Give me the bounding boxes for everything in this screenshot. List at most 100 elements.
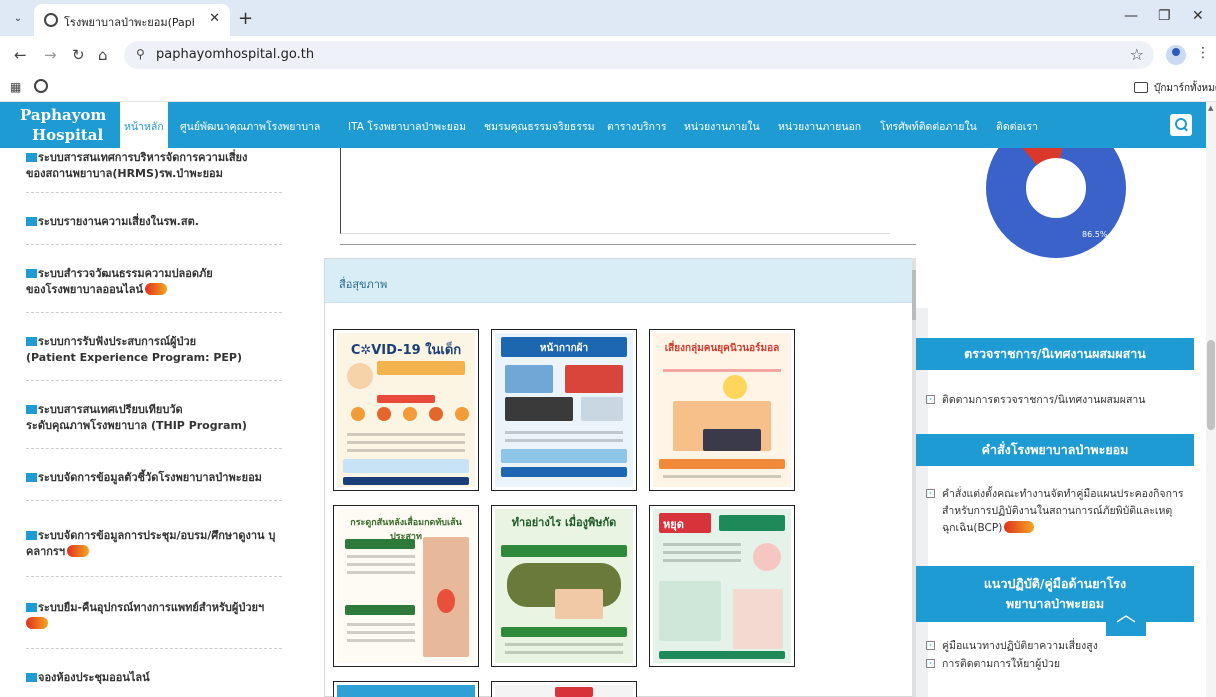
link-label: การติดตามการให้ยาผู้ป่วย <box>942 658 1061 670</box>
text-line <box>347 433 465 436</box>
poster-new-normal[interactable]: เสี่ยงกลุ่มคนยุคนิวนอร์มอล <box>649 329 795 491</box>
text-line <box>347 563 415 566</box>
poster-snake-bite[interactable]: ทำอย่างไร เมื่องูพิษกัด <box>491 505 637 667</box>
profile-avatar-icon[interactable] <box>1166 45 1186 65</box>
text-line <box>347 631 415 634</box>
poster-title: หน้ากากผ้า <box>539 343 589 354</box>
sun-icon <box>723 375 747 399</box>
info-box <box>659 581 721 641</box>
poster-title: C✲VID-19 ในเด็ก <box>350 343 462 358</box>
nav-internal-phone[interactable]: โทรศัพท์ติดต่อภายใน <box>880 118 977 135</box>
sidebar-item-equipment-loan[interactable]: ระบบยืม-คืนอุปกรณ์ทางการแพทย์สำหรับผู้ป่… <box>26 600 282 632</box>
site-logo-line1[interactable]: Paphayom <box>20 106 106 124</box>
poster-image: เสี่ยงกลุ่มคนยุคนิวนอร์มอล <box>653 333 791 487</box>
nav-service-schedule[interactable]: ตารางบริการ <box>607 118 667 135</box>
bullet-icon <box>26 405 37 414</box>
donut-label: 86.5% <box>1082 230 1108 239</box>
apps-grid-icon[interactable]: ▦ <box>10 80 21 94</box>
bullet-icon <box>26 473 37 482</box>
sidebar-item-label: ระดับคุณภาพโรงพยาบาล (THIP Program) <box>26 419 247 432</box>
poster-cloth-mask[interactable]: หน้ากากผ้า <box>491 329 637 491</box>
sidebar-item-risk-report[interactable]: ระบบรายงานความเสี่ยงในรพ.สต. <box>26 214 282 230</box>
restore-icon[interactable]: ❐ <box>1158 8 1171 24</box>
bookmark-star-icon[interactable]: ☆ <box>1130 45 1144 64</box>
scroll-up-arrow-icon[interactable]: ▲ <box>1208 104 1213 112</box>
poster-spine[interactable]: กระดูกสันหลังเสื่อมกดทับเส้นประสาท <box>333 505 479 667</box>
poster-band <box>719 515 785 531</box>
arrow-icon: › <box>926 659 935 668</box>
bullet-icon <box>26 153 37 162</box>
sidebar-item-label: ระบบสารสนเทศเปรียบเทียบวัด <box>38 403 183 416</box>
link-high-alert-drugs[interactable]: › คู่มือแนวทางปฏิบัติยาความเสี่ยงสูง <box>926 638 1186 655</box>
bookmark-globe-icon[interactable] <box>34 79 48 93</box>
sidebar-item-label: จองห้องประชุมออนไลน์ <box>38 671 150 684</box>
nav-internal-units[interactable]: หน่วยงานภายใน <box>684 118 760 135</box>
sidebar-item-meeting-room[interactable]: จองห้องประชุมออนไลน์ <box>26 670 282 686</box>
poster-image: ทำอย่างไร เมื่องูพิษกัด <box>495 509 633 663</box>
sidebar-item-label: ของโรงพยาบาลออนไลน์ <box>26 283 143 296</box>
site-info-icon[interactable]: ⚲ <box>136 47 145 61</box>
globe-icon <box>44 13 58 27</box>
mask-image <box>565 365 623 393</box>
url-text[interactable]: paphayomhospital.go.th <box>156 47 314 62</box>
sidebar-item-hrms[interactable]: ระบบสารสนเทศการบริหารจัดการความเสี่ยง ของ… <box>26 150 282 182</box>
sidebar-item-label: ของสถานพยาบาล(HRMS)รพ.ป่าพะยอม <box>26 167 223 180</box>
text-line <box>505 651 623 654</box>
divider <box>340 244 916 245</box>
sidebar-item-pep[interactable]: ระบบการรับฟังประสบการณ์ผู้ป่วย (Patient E… <box>26 334 282 366</box>
new-badge-icon <box>1004 521 1035 533</box>
reload-icon[interactable]: ↻ <box>72 46 85 64</box>
bullet-icon <box>26 337 37 346</box>
sidebar-item-safety-culture[interactable]: ระบบสำรวจวัฒนธรรมความปลอดภัยของโรงพยาบาล… <box>26 266 282 298</box>
back-to-top-chevron-up-icon[interactable]: ︿ <box>1106 596 1146 636</box>
sidebar-item-training[interactable]: ระบบจัดการข้อมูลการประชุม/อบรม/ศึกษาดูงา… <box>26 528 282 560</box>
poster-stop[interactable]: หยุด <box>649 505 795 667</box>
poster-image: หยุด <box>653 509 791 663</box>
sidebar-item-label: ระบบสำรวจวัฒนธรรมความปลอดภัย <box>38 267 213 280</box>
new-badge-icon <box>26 617 48 629</box>
divider <box>26 192 282 193</box>
home-icon[interactable]: ⌂ <box>98 46 108 64</box>
sidebar-item-label: ระบบการรับฟังประสบการณ์ผู้ป่วย <box>38 335 197 348</box>
sidebar-item-kpi[interactable]: ระบบจัดการข้อมูลตัวชี้วัดโรงพยาบาลป่าพะย… <box>26 470 282 486</box>
link-inspection-followup[interactable]: › ติดตามการตรวจราชการ/นิเทศงานผสมผสาน <box>926 392 1186 409</box>
panel-title: สื่อสุขภาพ <box>339 278 388 291</box>
tab-search-chevron-down-icon[interactable]: ⌄ <box>8 9 28 29</box>
omnibox[interactable]: ⚲ paphayomhospital.go.th ☆ <box>124 41 1154 69</box>
browser-tab[interactable]: โรงพยาบาลป่าพะยอม(Paphayomho ✕ <box>34 4 230 36</box>
poster-band <box>501 627 627 637</box>
link-bcp-order[interactable]: › คำสั่งแต่งตั้งคณะทำงานจัดทำคู่มือแผนประ… <box>926 486 1186 537</box>
panel-header: สื่อสุขภาพ <box>325 259 915 303</box>
nav-ita[interactable]: ITA โรงพยาบาลป่าพะยอม <box>348 118 466 135</box>
more-menu-icon[interactable]: ⋮ <box>1196 45 1210 61</box>
embedded-frame <box>340 148 890 234</box>
poster-image: C✲VID-19 ในเด็ก <box>337 333 475 487</box>
all-bookmarks-link[interactable]: บุ๊กมาร์กทั้งหมด <box>1154 81 1216 96</box>
back-arrow-icon[interactable]: ← <box>14 46 27 64</box>
arm-image <box>555 589 603 619</box>
new-tab-plus-icon[interactable]: + <box>238 8 253 29</box>
poster-partial[interactable] <box>333 681 479 697</box>
poster-band <box>377 395 435 403</box>
site-logo-line2[interactable]: Hospital <box>32 126 103 144</box>
search-icon[interactable] <box>1170 114 1192 136</box>
link-medication-followup[interactable]: › การติดตามการให้ยาผู้ป่วย <box>926 656 1186 673</box>
window-close-icon[interactable]: ✕ <box>1192 8 1204 24</box>
nav-home[interactable]: หน้าหลัก <box>120 102 168 148</box>
page-scrollbar-thumb[interactable] <box>1207 340 1215 430</box>
text-line <box>663 551 741 554</box>
left-sidebar: ระบบสารสนเทศการบริหารจัดการความเสี่ยง ของ… <box>0 148 290 697</box>
donut-chart: 86.5% <box>986 148 1126 258</box>
minimize-icon[interactable]: — <box>1124 8 1138 24</box>
close-icon[interactable]: ✕ <box>209 11 220 26</box>
poster-partial[interactable] <box>491 681 637 697</box>
poster-covid-kids[interactable]: C✲VID-19 ในเด็ก <box>333 329 479 491</box>
nav-external-units[interactable]: หน่วยงานภายนอก <box>778 118 861 135</box>
sidebar-item-thip[interactable]: ระบบสารสนเทศเปรียบเทียบวัดระดับคุณภาพโรง… <box>26 402 282 434</box>
forward-arrow-icon[interactable]: → <box>44 46 57 64</box>
nav-contact[interactable]: ติดต่อเรา <box>996 118 1038 135</box>
nav-ethics-club[interactable]: ชมรมคุณธรรมจริยธรรม <box>484 118 595 135</box>
mask-image <box>505 397 573 421</box>
text-line <box>663 369 781 372</box>
nav-quality-center[interactable]: ศูนย์พัฒนาคุณภาพโรงพยาบาล <box>180 118 320 135</box>
